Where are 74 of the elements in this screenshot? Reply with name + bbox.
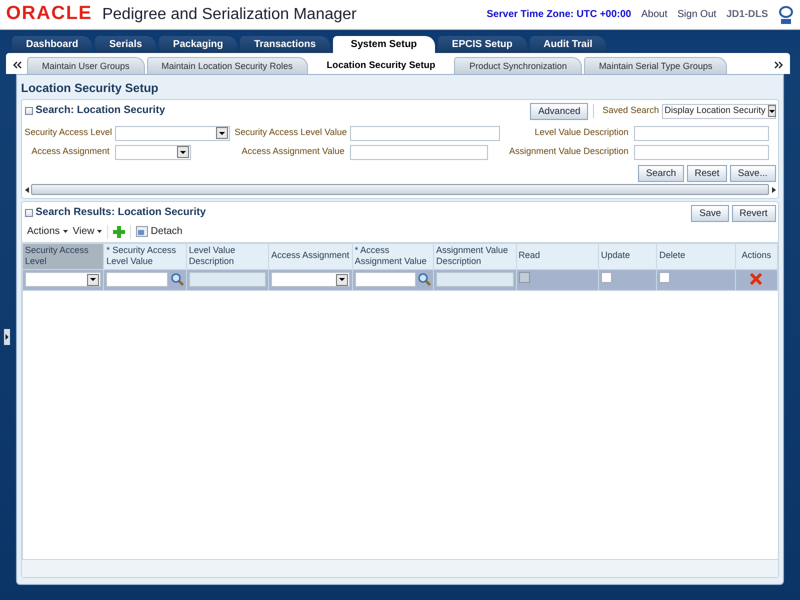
nav-tab[interactable]: Audit Trail <box>530 36 606 53</box>
input-field[interactable] <box>354 272 416 287</box>
nav-tab[interactable]: Packaging <box>159 36 238 53</box>
nav-tab[interactable]: Transactions <box>240 36 330 53</box>
sub-tab[interactable]: Maintain Location Security Roles <box>146 57 308 74</box>
sub-tab[interactable]: Product Synchronization <box>454 57 582 74</box>
column-header[interactable]: Security Access Level <box>22 243 104 269</box>
nav-tab[interactable]: EPCIS Setup <box>438 36 526 53</box>
search-panel-button[interactable]: Reset <box>686 164 728 182</box>
nav-tab[interactable]: Dashboard <box>12 36 92 53</box>
collapse-icon[interactable] <box>24 107 32 115</box>
input-field[interactable] <box>350 126 500 140</box>
column-header[interactable]: Level Value Description <box>186 243 269 269</box>
search-icon[interactable] <box>170 273 184 286</box>
column-header[interactable]: Assignment Value Description <box>434 243 516 269</box>
input-field[interactable] <box>106 272 168 287</box>
toolbar-menu[interactable]: Actions <box>27 224 68 239</box>
scroll-left-icon[interactable] <box>24 186 28 192</box>
detach-button[interactable]: Detach <box>136 224 182 239</box>
column-header[interactable]: * Access Assignment Value <box>352 243 434 269</box>
input-field[interactable] <box>634 126 768 140</box>
dropdown-field[interactable] <box>114 144 190 160</box>
logo: ORACLE <box>6 2 92 26</box>
saved-search-dropdown[interactable]: Display Location Security <box>662 104 776 118</box>
field-label: Assignment Value Description <box>508 145 628 158</box>
scroll-right-icon[interactable] <box>772 186 776 192</box>
toolbar-menu[interactable]: View <box>72 224 102 239</box>
column-header[interactable]: Delete <box>656 243 736 269</box>
column-header[interactable]: Actions <box>735 243 778 269</box>
field-label: Access Assignment <box>30 145 110 158</box>
scroll-right-icon[interactable] <box>774 61 783 69</box>
field-label: Security Access Level Value <box>234 126 344 140</box>
sub-tab[interactable]: Maintain Serial Type Groups <box>584 57 728 74</box>
checkbox[interactable] <box>659 272 670 282</box>
input-field[interactable] <box>634 144 768 160</box>
column-header[interactable]: * Security Access Level Value <box>104 243 186 269</box>
advanced-button[interactable]: Advanced <box>530 102 588 120</box>
dropdown-field[interactable] <box>25 272 102 287</box>
status-indicator-icon <box>778 4 794 24</box>
app-title: Pedigree and Serialization Manager <box>102 4 357 24</box>
checkbox[interactable] <box>600 272 612 282</box>
search-panel-button[interactable]: Search <box>638 164 684 182</box>
horizontal-scrollbar[interactable] <box>31 184 769 195</box>
column-header[interactable]: Update <box>598 243 657 269</box>
sub-tab[interactable]: Maintain User Groups <box>27 57 145 74</box>
page-title: Location Security Setup <box>21 80 160 97</box>
field-label: Level Value Description <box>534 126 628 140</box>
detach-icon <box>136 226 148 237</box>
splitter-handle-icon[interactable] <box>4 329 10 345</box>
nav-tab[interactable]: Serials <box>95 36 156 53</box>
user-name: JD1-DLS <box>726 8 768 22</box>
dropdown-field[interactable] <box>271 272 350 287</box>
search-icon[interactable] <box>418 273 432 286</box>
header-link[interactable]: Sign Out <box>677 7 716 22</box>
server-time-zone: Server Time Zone: UTC +00:00 <box>486 8 632 22</box>
caret-icon[interactable] <box>97 230 102 233</box>
field-label: Access Assignment Value <box>240 145 344 158</box>
dropdown-field[interactable] <box>114 126 230 140</box>
saved-search-label: Saved Search <box>602 104 659 118</box>
header-link[interactable]: About <box>641 7 668 22</box>
column-header[interactable]: Access Assignment <box>268 243 352 269</box>
add-icon[interactable] <box>113 226 126 238</box>
input-field[interactable] <box>350 144 488 160</box>
results-button[interactable]: Revert <box>732 204 776 222</box>
search-panel-button[interactable]: Save... <box>730 164 776 182</box>
field-label: Security Access Level <box>24 126 110 140</box>
collapse-icon[interactable] <box>24 209 32 217</box>
section-title: Search: Location Security <box>36 103 166 118</box>
scroll-left-icon[interactable] <box>13 61 22 69</box>
delete-icon[interactable] <box>750 273 762 286</box>
results-button[interactable]: Save <box>691 204 730 222</box>
nav-tab[interactable]: System Setup <box>332 36 435 53</box>
caret-icon[interactable] <box>62 230 68 233</box>
section-title: Search Results: Location Security <box>36 205 206 220</box>
